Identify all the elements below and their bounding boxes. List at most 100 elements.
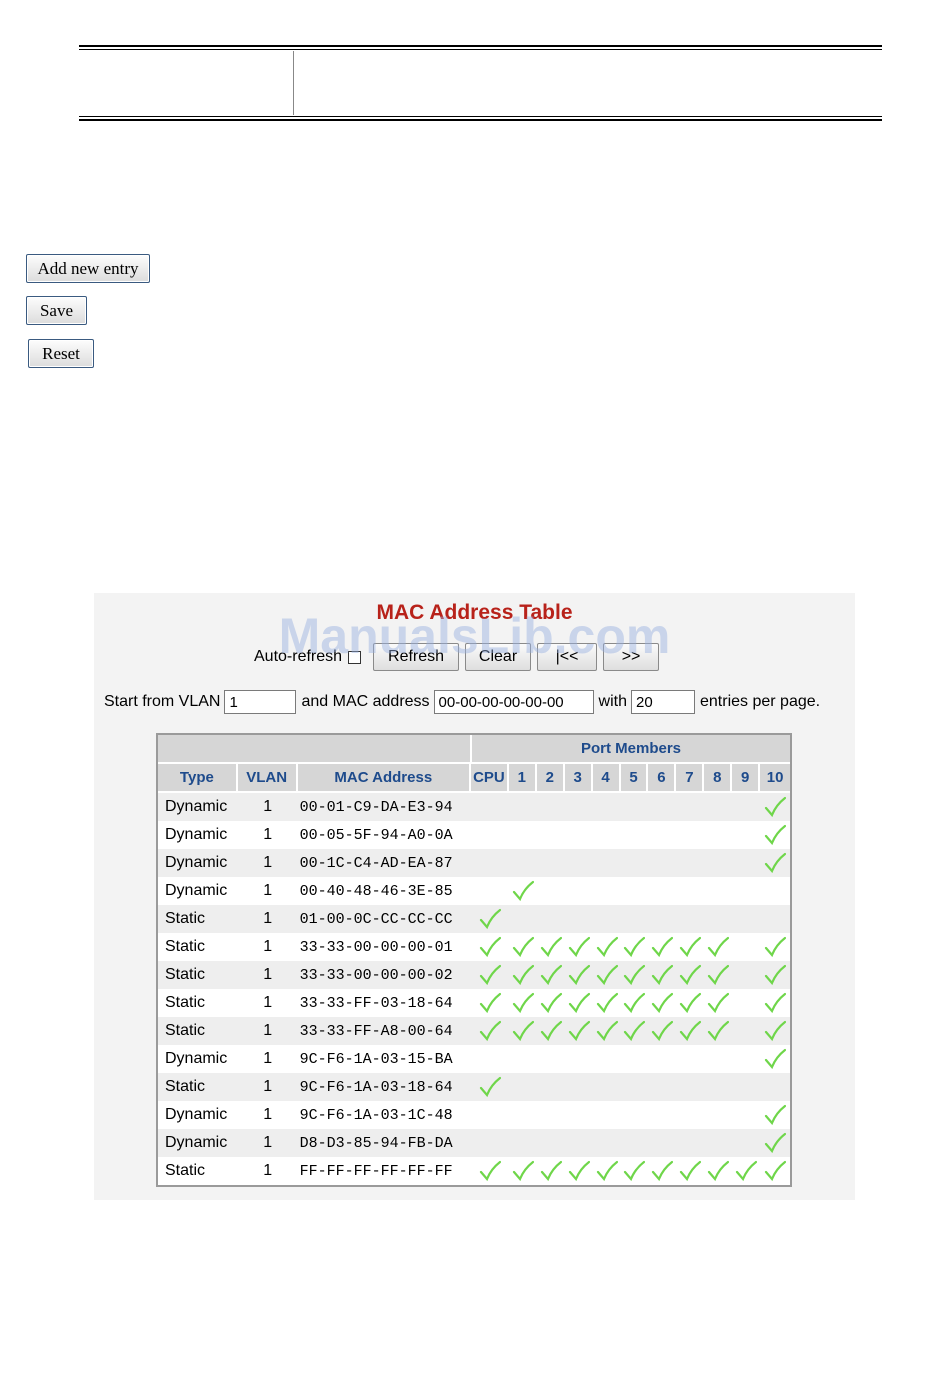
cell-port-10 [760, 1073, 790, 1101]
cell-vlan: 1 [263, 854, 273, 871]
cell-port-1 [509, 1101, 537, 1129]
checkmark-icon [624, 992, 646, 1014]
cell-port-6 [648, 793, 676, 821]
cell-port-1 [509, 1073, 537, 1101]
cell-vlan: 1 [263, 1134, 273, 1151]
cell-vlan: 1 [263, 882, 273, 899]
first-page-button[interactable]: |<< [537, 643, 598, 671]
cell-port-4 [593, 1017, 621, 1045]
table-column-header: Type VLAN MAC Address CPU 1 2 3 4 5 6 7 8 9 10 [158, 764, 791, 793]
cell-port-10 [760, 1157, 790, 1185]
cell-port-6 [648, 989, 676, 1017]
checkmark-icon [680, 992, 702, 1014]
cell-port-1 [509, 1017, 537, 1045]
auto-refresh-checkbox[interactable] [348, 650, 362, 664]
save-button[interactable]: Save [26, 296, 87, 325]
table-row: Static 1 01-00-0C-CC-CC-CC [158, 905, 790, 933]
cell-type: Static [165, 938, 206, 955]
column-header-6: 6 [648, 764, 677, 793]
cell-type: Static [165, 1162, 206, 1179]
cell-port-7 [676, 793, 704, 821]
checkmark-icon [764, 1132, 787, 1154]
cell-port-5 [621, 905, 649, 933]
cell-port-1 [509, 989, 537, 1017]
cell-port-2 [537, 1129, 565, 1157]
checkmark-icon [512, 880, 534, 902]
cell-port-8 [704, 1073, 732, 1101]
cell-port-3 [565, 989, 593, 1017]
cell-port-5 [621, 933, 649, 961]
checkmark-icon [512, 992, 534, 1014]
cell-port-9 [732, 1073, 760, 1101]
cell-mac-address: 33-33-00-00-00-01 [299, 938, 453, 956]
cell-vlan: 1 [263, 910, 273, 927]
checkmark-icon [512, 936, 534, 958]
table-row: Static 1 33-33-FF-03-18-64 [158, 989, 790, 1017]
checkmark-icon [708, 1160, 730, 1182]
table-body: Dynamic 1 00-01-C9-DA-E3-94 Dynamic 1 00-05-5… [158, 793, 790, 1185]
cell-port-3 [565, 1101, 593, 1129]
cell-mac-address: D8-D3-85-94-FB-DA [299, 1134, 453, 1152]
cell-port-8 [704, 905, 732, 933]
cell-port-3 [565, 821, 593, 849]
table-row: Static 1 33-33-FF-A8-00-64 [158, 1017, 790, 1045]
cell-port-7 [676, 849, 704, 877]
cell-type: Dynamic [165, 798, 228, 815]
cell-port-1 [509, 793, 537, 821]
cell-port-3 [565, 1045, 593, 1073]
add-new-entry-button[interactable]: Add new entry [26, 254, 150, 283]
table-row: Static 1 FF-FF-FF-FF-FF-FF [158, 1157, 790, 1185]
cell-port-cpu [471, 933, 509, 961]
cell-port-4 [593, 1045, 621, 1073]
checkmark-icon [596, 992, 618, 1014]
cell-mac-address: 33-33-00-00-00-02 [299, 966, 453, 984]
cell-type: Static [165, 966, 206, 983]
cell-port-5 [621, 989, 649, 1017]
cell-port-9 [732, 877, 760, 905]
cell-port-7 [676, 1073, 704, 1101]
column-header-vlan: VLAN [237, 764, 298, 793]
cell-port-cpu [471, 1073, 509, 1101]
cell-mac-address: FF-FF-FF-FF-FF-FF [299, 1162, 453, 1180]
start-vlan-input[interactable]: 1 [224, 690, 297, 714]
refresh-button[interactable]: Refresh [373, 643, 460, 671]
next-page-button[interactable]: >> [603, 643, 660, 671]
cell-port-4 [593, 1101, 621, 1129]
cell-port-4 [593, 933, 621, 961]
reset-button[interactable]: Reset [28, 339, 94, 368]
entries-per-page-label: entries per page. [700, 693, 821, 710]
checkmark-icon [652, 992, 674, 1014]
cell-type: Dynamic [165, 854, 228, 871]
cell-port-9 [732, 1157, 760, 1185]
cell-port-5 [621, 1045, 649, 1073]
table-row: Static 1 33-33-00-00-00-01 [158, 933, 790, 961]
checkmark-icon [764, 1160, 787, 1182]
checkmark-icon [764, 936, 787, 958]
cell-port-9 [732, 1017, 760, 1045]
checkmark-icon [540, 1020, 562, 1042]
cell-port-8 [704, 793, 732, 821]
checkmark-icon [708, 992, 730, 1014]
checkmark-icon [708, 964, 730, 986]
cell-port-7 [676, 821, 704, 849]
cell-type: Dynamic [165, 882, 228, 899]
start-vlan-label: Start from VLAN [104, 693, 221, 710]
cell-mac-address: 00-01-C9-DA-E3-94 [299, 798, 453, 816]
cell-port-7 [676, 1101, 704, 1129]
cell-port-4 [593, 961, 621, 989]
clear-button[interactable]: Clear [465, 643, 532, 671]
checkmark-icon [652, 1160, 674, 1182]
entries-per-page-input[interactable]: 20 [631, 690, 695, 714]
mac-address-table-panel: MAC Address Table Auto-refresh Refresh C… [94, 593, 855, 1200]
checkmark-icon [624, 936, 646, 958]
cell-vlan: 1 [263, 938, 273, 955]
cell-port-2 [537, 877, 565, 905]
cell-port-9 [732, 1101, 760, 1129]
start-mac-input[interactable]: 00-00-00-00-00-00 [433, 690, 594, 714]
checkmark-icon [479, 908, 501, 930]
refresh-controls: Auto-refresh Refresh Clear |<< >> [254, 643, 665, 671]
checkmark-icon [512, 1020, 534, 1042]
cell-port-7 [676, 989, 704, 1017]
cell-port-5 [621, 877, 649, 905]
checkmark-icon [512, 1160, 534, 1182]
